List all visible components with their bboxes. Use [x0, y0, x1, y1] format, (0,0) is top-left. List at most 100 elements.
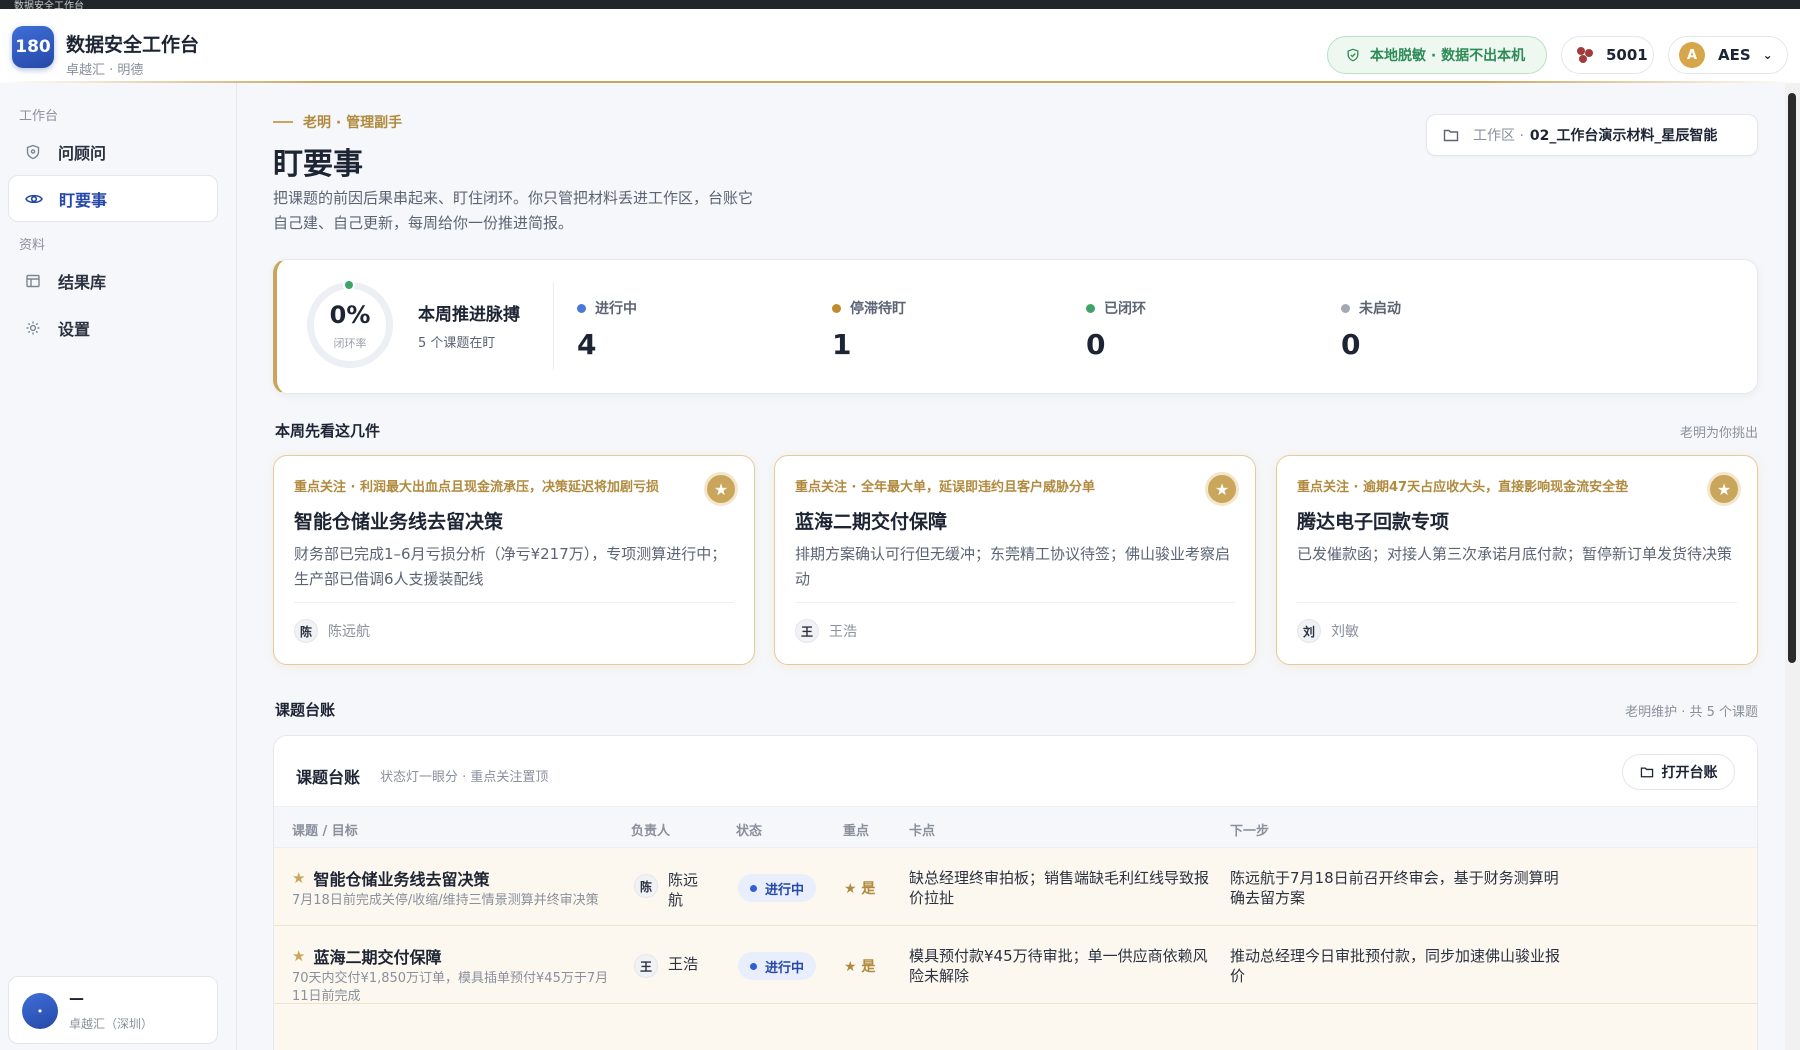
stat-in-progress[interactable]: 进行中 4 [577, 298, 637, 361]
stat-stalled[interactable]: 停滞待盯 1 [832, 298, 906, 361]
server-icon [1576, 46, 1594, 64]
status-dot-gray [1341, 303, 1350, 313]
stat-not-started[interactable]: 未启动 0 [1341, 298, 1401, 361]
focus-section-hint: 老明为你挑出 [1679, 426, 1758, 441]
owner-avatar: 陈 [294, 619, 318, 643]
table-row[interactable] [274, 1004, 1757, 1050]
column-header[interactable]: 负责人 [631, 820, 670, 839]
open-ledger-button[interactable]: 打开台账 [1622, 754, 1735, 790]
workspace-label: 工作区 · [1473, 128, 1524, 144]
page-scrollbar[interactable] [1785, 83, 1800, 1050]
account-name: — [69, 989, 84, 1007]
account-avatar: • [22, 993, 58, 1029]
status-dot-amber [832, 303, 841, 313]
user-avatar: A [1679, 42, 1705, 68]
owner-name: 刘敏 [1331, 624, 1359, 640]
owner-name: 王浩 [829, 624, 857, 640]
stat-value: 0 [1086, 328, 1106, 361]
status-dot-green [1086, 303, 1095, 313]
pulse-subtitle: 5 个课题在盯 [418, 336, 496, 351]
topic-name: 智能仓储业务线去留决策 [313, 870, 490, 889]
focus-card-tag: 重点关注 · 逾期47天占应收大头，直接影响现金流安全垫 [1297, 480, 1629, 495]
divider [553, 282, 554, 370]
status-label: 进行中 [765, 960, 805, 976]
closure-rate-ring: 0% 闭环率 [307, 279, 393, 368]
ledger-section-hint: 老明维护 · 共 5 个课题 [1625, 705, 1758, 720]
star-icon[interactable]: ★ [1707, 472, 1741, 506]
stat-label: 进行中 [595, 301, 637, 317]
port-indicator[interactable]: 5001 [1561, 36, 1654, 74]
focus-card-title: 腾达电子回款专项 [1297, 511, 1450, 533]
sidebar-item-watch[interactable]: 盯要事 [8, 175, 218, 222]
priority-flag: ★ 是 [844, 959, 876, 975]
focus-card[interactable]: 重点关注 · 利润最大出血点且现金流承压，决策延迟将加剧亏损 ★ 智能仓储业务线… [273, 455, 755, 665]
topic-goal: 7月18日前完成关停/收缩/维持三情景测算并终审决策 [292, 893, 599, 908]
main-content: 老明 · 管理副手 盯要事 把课题的前因后果串起来、盯住闭环。你只管把材料丢进工… [238, 83, 1785, 1050]
workspace-name: 02_工作台演示材料_星辰智能 [1529, 128, 1718, 144]
sidebar-item-advisor[interactable]: 问顾问 [8, 128, 218, 175]
column-header[interactable]: 下一步 [1230, 820, 1269, 839]
focus-card[interactable]: 重点关注 · 全年最大单，延误即违约且客户威胁分单 ★ 蓝海二期交付保障 排期方… [774, 455, 1256, 665]
sidebar-item-results[interactable]: 结果库 [8, 257, 218, 304]
star-icon[interactable]: ★ [1205, 472, 1239, 506]
star-icon[interactable]: ★ [704, 472, 738, 506]
star-icon: ★ [292, 947, 306, 965]
sidebar-item-settings[interactable]: 设置 [8, 304, 218, 351]
stat-value: 4 [577, 328, 597, 361]
privacy-badge-label: 本地脱敏 · 数据不出本机 [1370, 48, 1526, 64]
table-row[interactable]: ★ 蓝海二期交付保障 70天内交付¥1,850万订单，模具插单预付¥45万于7月1… [274, 926, 1757, 1004]
account-card[interactable]: • — 卓越汇（深圳） [8, 976, 218, 1044]
scrollbar-thumb[interactable] [1788, 93, 1796, 663]
ledger-title: 课题台账 [296, 768, 361, 787]
stat-label: 已闭环 [1104, 301, 1146, 317]
shield-check-icon [1347, 48, 1359, 62]
workspace-selector[interactable]: 工作区 · 02_工作台演示材料_星辰智能 [1426, 114, 1758, 156]
ledger-subtitle: 状态灯一眼分 · 重点关注置顶 [380, 770, 549, 785]
focus-card-tag: 重点关注 · 利润最大出血点且现金流承压，决策延迟将加剧亏损 [294, 480, 659, 495]
page-eyebrow: 老明 · 管理副手 [273, 112, 402, 132]
account-org: 卓越汇（深圳） [69, 1017, 154, 1031]
topic-name: 蓝海二期交付保障 [313, 948, 442, 967]
status-badge: 进行中 [738, 952, 817, 980]
stat-label: 停滞待盯 [850, 301, 906, 317]
focus-card-owner: 王 王浩 [795, 619, 857, 643]
column-header[interactable]: 重点 [843, 820, 869, 839]
app-logo: 180 [12, 26, 54, 68]
stat-value: 0 [1341, 328, 1361, 361]
column-header[interactable]: 课题 / 目标 [292, 820, 358, 839]
divider [795, 602, 1235, 603]
topic-next-step: 推动总经理今日审批预付款，同步加速佛山骏业报价 [1230, 947, 1561, 985]
user-menu[interactable]: A AES ⌄ [1668, 36, 1788, 74]
stat-value: 1 [832, 328, 852, 361]
column-header[interactable]: 卡点 [909, 820, 935, 839]
topic-blocker: 缺总经理终审拍板；销售端缺毛利红线导致报价拉扯 [909, 869, 1210, 907]
divider [294, 602, 734, 603]
page-title: 盯要事 [273, 147, 363, 182]
topic-blocker: 模具预付款¥45万待审批；单一供应商依赖风险未解除 [909, 947, 1208, 985]
stat-closed[interactable]: 已闭环 0 [1086, 298, 1146, 361]
page-description: 把课题的前因后果串起来、盯住闭环。你只管把材料丢进工作区，台账它自己建、自己更新… [273, 189, 754, 232]
status-label: 进行中 [765, 882, 805, 898]
folder-icon [1640, 767, 1653, 778]
window-titlebar: 数据安全工作台 [0, 0, 1800, 12]
star-icon: ★ [292, 869, 306, 887]
pulse-title: 本周推进脉搏 [418, 305, 520, 325]
focus-section-title: 本周先看这几件 [275, 422, 381, 440]
owner-avatar: 王 [634, 954, 658, 978]
closure-rate-value: 0% [329, 301, 371, 329]
table-row[interactable]: ★ 智能仓储业务线去留决策 7月18日前完成关停/收缩/维持三情景测算并终审决策 … [274, 848, 1757, 926]
topic-goal: 70天内交付¥1,850万订单，模具插单预付¥45万于7月11日前完成 [292, 971, 609, 1004]
app-title: 数据安全工作台 [66, 34, 200, 56]
gear-icon [24, 319, 42, 337]
owner-name: 陈远航 [668, 871, 699, 909]
owner-avatar: 刘 [1297, 619, 1321, 643]
status-badge: 进行中 [738, 874, 817, 902]
sidebar-item-label: 盯要事 [59, 190, 108, 210]
privacy-badge: 本地脱敏 · 数据不出本机 [1327, 36, 1547, 74]
column-header[interactable]: 状态 [736, 820, 762, 839]
focus-card-owner: 陈 陈远航 [294, 619, 370, 643]
focus-card[interactable]: 重点关注 · 逾期47天占应收大头，直接影响现金流安全垫 ★ 腾达电子回款专项 … [1276, 455, 1758, 665]
status-dot [750, 884, 757, 892]
owner-name: 陈远航 [328, 624, 370, 640]
topic-owner: 陈 陈远航 [634, 870, 704, 910]
